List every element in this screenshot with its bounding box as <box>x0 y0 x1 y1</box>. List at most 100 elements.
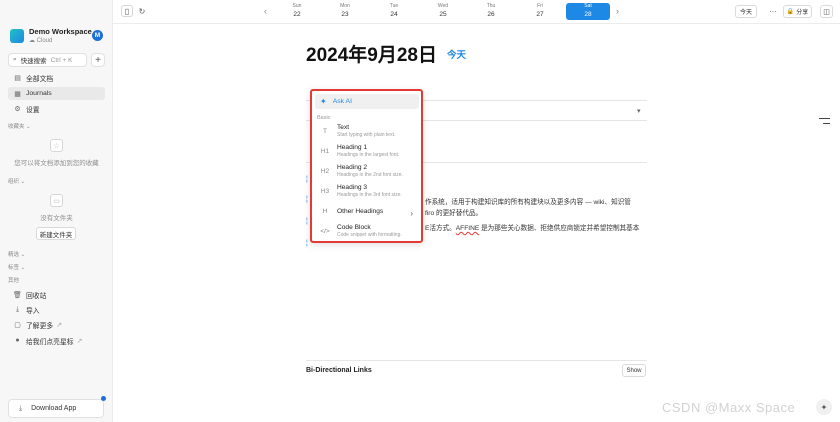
folder-icon: ▭ <box>50 194 63 207</box>
menu-item-code-block[interactable]: </> Code Block Code snippet with formatti… <box>315 224 419 243</box>
featured-section-header[interactable]: 精选 ⌄ <box>8 250 25 258</box>
workspace-sync-status: ☁ Cloud <box>29 38 53 44</box>
sidebar-item-journals[interactable]: ▦ Journals <box>8 87 105 100</box>
menu-item-heading-2[interactable]: H2 Heading 2 Headings in the 2nd font siz… <box>315 164 419 183</box>
external-link-icon: ↗ <box>76 337 83 345</box>
avatar[interactable]: M <box>92 30 103 41</box>
sparkle-icon: ✦ <box>320 97 327 106</box>
download-app-label: Download App <box>31 405 77 412</box>
sidebar-item-label: 了解更多 <box>26 322 54 330</box>
favorites-empty-text: 您可以将文档添加到您的收藏 <box>14 160 99 167</box>
cloud-icon: ☁ <box>29 38 37 44</box>
outline-indicator[interactable] <box>819 118 830 119</box>
divider <box>306 360 647 361</box>
sidebar-item-star-us[interactable]: ● 给我们点亮星标 ↗ <box>8 334 105 347</box>
sidebar-item-import[interactable]: ⤓ 导入 <box>8 303 105 316</box>
sidebar-item-label: 导入 <box>26 307 40 315</box>
heading-icon: H <box>322 208 328 215</box>
tags-section-header[interactable]: 标签 ⌄ <box>8 263 25 271</box>
watermark: CSDN @Maxx Space <box>662 400 796 415</box>
sidebar-item-settings[interactable]: ⚙ 设置 <box>8 102 105 115</box>
chevron-right-icon: › <box>410 209 413 218</box>
download-icon: ⤓ <box>19 404 23 412</box>
search-button[interactable]: ⌕ 快速搜索 Ctrl + K <box>8 53 87 67</box>
sidebar-toggle-icon[interactable]: ▯ <box>121 5 133 17</box>
day-thu[interactable]: Thu 26 <box>469 3 513 20</box>
prev-week-chevron-icon[interactable]: ‹ <box>264 6 267 16</box>
menu-item-heading-1[interactable]: H1 Heading 1 Headings in the largest font… <box>315 144 419 163</box>
new-doc-button[interactable]: + <box>91 53 105 67</box>
day-wed[interactable]: Wed 25 <box>421 3 465 20</box>
sidebar-item-all-docs[interactable]: ▤ 全部文档 <box>8 71 105 84</box>
sidebar-item-label: 全部文档 <box>26 75 54 83</box>
gear-icon: ⚙ <box>14 105 21 113</box>
menu-group-label: Basic <box>317 115 331 121</box>
doc-paragraph[interactable]: E活方式。AFFINE 是为那些关心数据、拒绝供应商锁定并希望控制其基本 <box>425 222 639 232</box>
slash-command-menu: ✦ Ask AI Basic T Text Start typing with p… <box>310 89 423 243</box>
info-icon: ▢ <box>14 321 21 329</box>
chevron-down-icon: ⌄ <box>20 179 26 185</box>
heading-2-icon: H2 <box>320 168 330 175</box>
menu-item-text[interactable]: T Text Start typing with plain text. <box>315 124 419 143</box>
folders-empty-text: 没有文件夹 <box>40 215 73 222</box>
sidebar-item-learn-more[interactable]: ▢ 了解更多 ↗ <box>8 318 105 331</box>
notification-dot <box>101 396 106 401</box>
other-section-header[interactable]: 其他 <box>8 276 19 284</box>
star-icon: ☆ <box>50 139 63 152</box>
text-icon: T <box>323 128 327 135</box>
file-icon: ▤ <box>14 74 21 82</box>
sidebar-item-label: Journals <box>26 90 52 97</box>
sidebar-item-label: 回收站 <box>26 292 47 300</box>
today-button[interactable]: 今天 <box>735 5 757 18</box>
right-panel-toggle-icon[interactable]: ◫ <box>820 5 833 18</box>
sidebar-item-label: 给我们点亮星标 <box>26 338 74 346</box>
day-tue[interactable]: Tue 24 <box>372 3 416 20</box>
trash-icon: 🗑 <box>13 291 22 299</box>
day-mon[interactable]: Mon 23 <box>323 3 367 20</box>
menu-item-ask-ai[interactable]: ✦ Ask AI <box>315 94 419 109</box>
chevron-down-icon: ⌄ <box>20 265 26 271</box>
import-icon: ⤓ <box>15 305 20 313</box>
menu-item-heading-3[interactable]: H3 Heading 3 Headings in the 3rd font siz… <box>315 184 419 203</box>
workspace-logo <box>10 28 24 43</box>
chevron-down-icon: ⌄ <box>26 124 31 130</box>
code-icon: </> <box>320 228 330 235</box>
download-app-button[interactable]: ⤓ Download App <box>8 399 104 418</box>
workspace-switcher[interactable]: Demo Workspace ☁ Cloud <box>10 27 92 44</box>
new-folder-button[interactable]: 新建文件夹 <box>36 227 76 240</box>
sidebar-item-trash[interactable]: 🗑 回收站 <box>8 288 105 301</box>
heading-3-icon: H3 <box>320 188 330 195</box>
search-label: 快速搜索 <box>20 58 47 65</box>
organize-section-header[interactable]: 组织 ⌄ <box>8 177 25 185</box>
workspace-name: Demo Workspace <box>29 27 92 36</box>
chevron-down-icon[interactable]: ▾ <box>637 107 641 115</box>
outline-indicator[interactable] <box>823 123 830 124</box>
top-bar: ▯ ↻ ‹ Sun 22 Mon 23 Tue 24 Wed 25 Thu 26 Fri 2… <box>113 0 840 24</box>
github-icon: ● <box>15 337 20 344</box>
today-tag: 今天 <box>447 50 467 61</box>
ai-sparkle-icon[interactable]: ✦ <box>816 399 832 415</box>
search-shortcut: Ctrl + K <box>50 56 73 64</box>
doc-paragraph[interactable]: firo 的更好替代品。 <box>425 207 482 217</box>
external-link-icon: ↗ <box>56 321 62 329</box>
plus-icon: + <box>95 54 101 66</box>
share-button[interactable]: 🔒 分享 <box>783 5 812 18</box>
more-icon[interactable]: ··· <box>767 5 779 18</box>
day-sun[interactable]: Sun 22 <box>275 3 319 20</box>
search-icon: ⌕ <box>13 56 17 63</box>
day-sat-selected[interactable]: Sat 28 <box>566 3 610 20</box>
next-week-chevron-icon[interactable]: › <box>616 6 619 16</box>
bi-directional-links-header: Bi-Directional Links <box>306 367 372 374</box>
lock-icon: 🔒 <box>786 9 795 15</box>
doc-paragraph[interactable]: 作系统，适用于构建知识库的所有构建块以及更多内容 — wiki、知识管 <box>425 196 631 206</box>
show-links-button[interactable]: Show <box>622 364 646 377</box>
menu-item-other-headings[interactable]: H Other Headings › <box>315 206 419 220</box>
calendar-icon: ▦ <box>14 90 21 98</box>
page-title[interactable]: 2024年9月28日 <box>306 40 437 67</box>
heading-1-icon: H1 <box>320 148 330 155</box>
day-fri[interactable]: Fri 27 <box>518 3 562 20</box>
favorites-section-header[interactable]: 收藏夹 ⌄ <box>8 122 31 130</box>
chevron-down-icon: ⌄ <box>20 252 26 258</box>
sidebar: Demo Workspace ☁ Cloud M ⌕ 快速搜索 Ctrl + K… <box>0 0 113 422</box>
history-icon[interactable]: ↻ <box>136 5 148 17</box>
